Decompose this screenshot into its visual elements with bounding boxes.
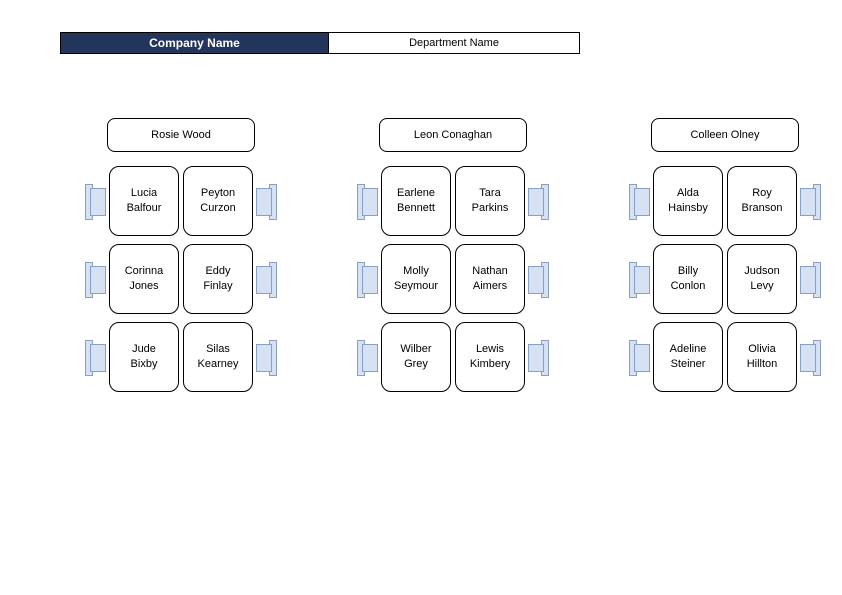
chair-icon [801, 340, 821, 374]
chair-icon [529, 340, 549, 374]
seat-row: Lucia Balfour Peyton Curzon [82, 166, 280, 236]
group-head-desk: Colleen Olney [651, 118, 799, 152]
seat-row: Jude Bixby Silas Kearney [82, 322, 280, 392]
chair-icon [529, 262, 549, 296]
chair-icon [357, 262, 377, 296]
chair-icon [629, 262, 649, 296]
seat-desk: Peyton Curzon [183, 166, 253, 236]
chair-icon [257, 184, 277, 218]
chair-icon [257, 340, 277, 374]
group-head-desk: Rosie Wood [107, 118, 255, 152]
seat-desk: Adeline Steiner [653, 322, 723, 392]
chair-icon [85, 340, 105, 374]
company-name-cell: Company Name [60, 32, 328, 54]
seat-desk: Jude Bixby [109, 322, 179, 392]
chair-icon [85, 262, 105, 296]
chair-icon [629, 184, 649, 218]
chair-icon [357, 340, 377, 374]
seat-desk: Roy Branson [727, 166, 797, 236]
seat-desk: Earlene Bennett [381, 166, 451, 236]
seat-desk: Nathan Aimers [455, 244, 525, 314]
seat-desk: Corinna Jones [109, 244, 179, 314]
header-bar: Company Name Department Name [60, 32, 580, 54]
group-head-desk: Leon Conaghan [379, 118, 527, 152]
seating-group: Rosie Wood Lucia Balfour Peyton Curzon C… [82, 118, 280, 400]
chair-icon [85, 184, 105, 218]
seat-desk: Wilber Grey [381, 322, 451, 392]
seat-desk: Judson Levy [727, 244, 797, 314]
chair-icon [529, 184, 549, 218]
chair-icon [801, 184, 821, 218]
chair-icon [801, 262, 821, 296]
seat-row: Alda Hainsby Roy Branson [626, 166, 824, 236]
seating-group: Colleen Olney Alda Hainsby Roy Branson B… [626, 118, 824, 400]
seat-desk: Silas Kearney [183, 322, 253, 392]
chair-icon [257, 262, 277, 296]
seat-row: Earlene Bennett Tara Parkins [354, 166, 552, 236]
seat-row: Billy Conlon Judson Levy [626, 244, 824, 314]
department-name-cell: Department Name [328, 32, 580, 54]
seating-group: Leon Conaghan Earlene Bennett Tara Parki… [354, 118, 552, 400]
seat-desk: Lewis Kimbery [455, 322, 525, 392]
seat-row: Molly Seymour Nathan Aimers [354, 244, 552, 314]
seat-desk: Alda Hainsby [653, 166, 723, 236]
seat-desk: Tara Parkins [455, 166, 525, 236]
seat-row: Corinna Jones Eddy Finlay [82, 244, 280, 314]
seat-desk: Billy Conlon [653, 244, 723, 314]
seat-row: Adeline Steiner Olivia Hillton [626, 322, 824, 392]
seat-desk: Molly Seymour [381, 244, 451, 314]
seat-desk: Eddy Finlay [183, 244, 253, 314]
seat-row: Wilber Grey Lewis Kimbery [354, 322, 552, 392]
seat-desk: Olivia Hillton [727, 322, 797, 392]
chair-icon [357, 184, 377, 218]
chair-icon [629, 340, 649, 374]
seat-desk: Lucia Balfour [109, 166, 179, 236]
seating-groups: Rosie Wood Lucia Balfour Peyton Curzon C… [82, 118, 824, 400]
